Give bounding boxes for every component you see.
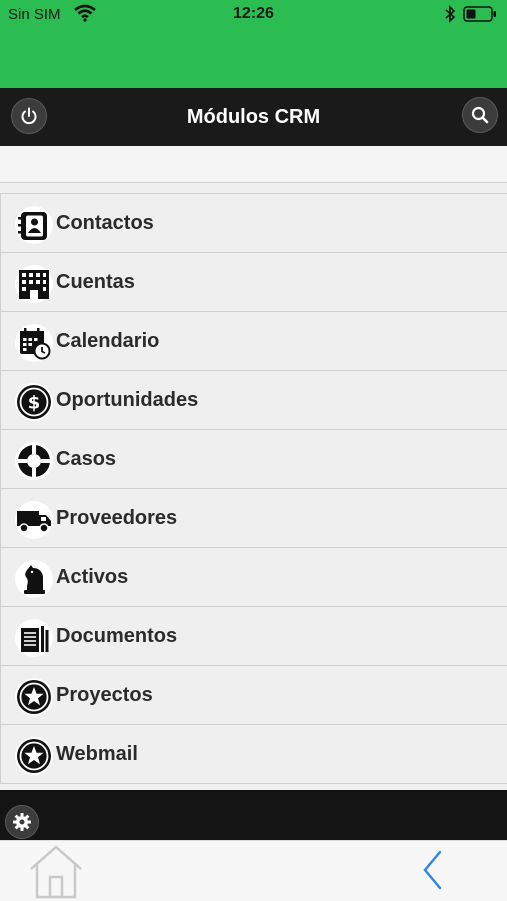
dollar-coin-icon: $ [15, 383, 53, 421]
module-label: Proveedores [56, 507, 178, 529]
module-label: Cuentas [56, 271, 135, 293]
module-item-oportunidades[interactable]: $ Oportunidades [0, 370, 507, 429]
module-item-cuentas[interactable]: Cuentas [0, 252, 507, 311]
list-divider [0, 783, 507, 784]
module-item-proveedores[interactable]: Proveedores [0, 488, 507, 547]
truck-icon [15, 501, 53, 539]
module-item-calendario[interactable]: Calendario [0, 311, 507, 370]
star-badge-icon [15, 737, 53, 775]
module-label: Proyectos [56, 684, 153, 706]
svg-text:$: $ [28, 393, 41, 414]
modules-list: Contactos Cuentas Calendario $ Oportunid… [0, 193, 507, 784]
module-label: Oportunidades [56, 389, 199, 411]
documents-icon [15, 619, 53, 657]
sub-header-bar [0, 146, 507, 183]
app-header: Módulos CRM [0, 88, 507, 146]
module-item-documentos[interactable]: Documentos [0, 606, 507, 665]
module-item-proyectos[interactable]: Proyectos [0, 665, 507, 724]
page-title: Módulos CRM [186, 106, 321, 128]
module-label: Documentos [56, 625, 178, 647]
star-badge-icon [15, 678, 53, 716]
clock: 12:26 [233, 5, 274, 22]
module-label: Calendario [56, 330, 160, 352]
module-label: Activos [56, 566, 129, 588]
module-item-contactos[interactable]: Contactos [0, 193, 507, 252]
contacts-book-icon [15, 206, 53, 244]
navigation-bar [0, 840, 507, 901]
module-label: Contactos [56, 212, 154, 234]
module-label: Casos [56, 448, 117, 470]
bottom-toolbar [0, 790, 507, 840]
module-item-webmail[interactable]: Webmail [0, 724, 507, 783]
home-icon[interactable] [27, 843, 85, 899]
back-arrow-icon[interactable] [420, 849, 446, 891]
search-button[interactable] [462, 97, 498, 133]
status-bar: Sin SIM 12:26 [0, 0, 507, 88]
module-label: Webmail [56, 743, 138, 765]
building-icon [15, 265, 53, 303]
bluetooth-icon [445, 5, 456, 23]
battery-icon [463, 6, 496, 22]
module-item-activos[interactable]: Activos [0, 547, 507, 606]
lifebuoy-icon [15, 442, 53, 480]
gear-icon [13, 813, 31, 831]
calendar-clock-icon [15, 324, 53, 362]
module-item-casos[interactable]: Casos [0, 429, 507, 488]
search-icon [471, 106, 489, 124]
chess-knight-icon [15, 560, 53, 598]
settings-button[interactable] [5, 805, 39, 839]
